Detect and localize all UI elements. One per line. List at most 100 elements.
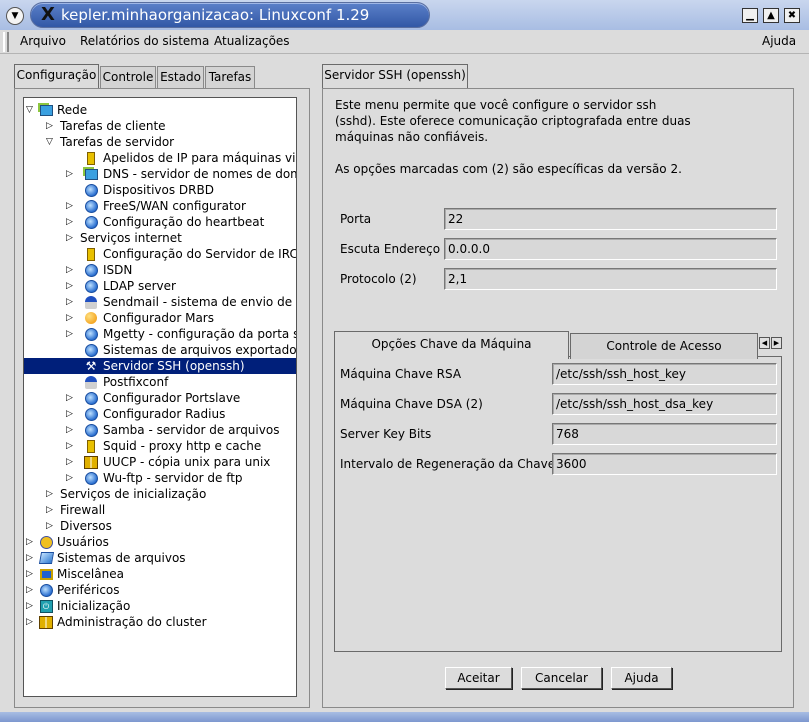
tab-tarefas[interactable]: Tarefas	[205, 66, 255, 88]
collapsed-arrow-icon[interactable]: ▷	[26, 566, 38, 582]
subtab-opcoes-chave[interactable]: Opções Chave da Máquina	[334, 331, 569, 359]
tree-item[interactable]: ▷ Usuários	[24, 534, 296, 550]
collapsed-arrow-icon[interactable]: ▷	[66, 214, 78, 230]
tree-item[interactable]: ▷ Miscelânea	[24, 566, 296, 582]
tree-item[interactable]: ▷ Configurador Radius	[24, 406, 296, 422]
collapsed-arrow-icon[interactable]: ▷	[66, 390, 78, 406]
collapsed-arrow-icon[interactable]: ▷	[66, 326, 78, 342]
collapsed-arrow-icon[interactable]: ▷	[66, 166, 78, 182]
tree-item[interactable]: ▷ Diversos	[24, 518, 296, 534]
collapsed-arrow-icon[interactable]: ▷	[66, 422, 78, 438]
yellow-tool-icon	[84, 151, 98, 165]
tree-item[interactable]: ▷ Configurador Mars	[24, 310, 296, 326]
maximize-button[interactable]: ▲	[763, 8, 779, 23]
collapsed-arrow-icon[interactable]: ▷	[46, 118, 58, 134]
menu-atualizacoes[interactable]: Atualizações	[214, 33, 290, 49]
tab-label: Controle	[102, 70, 154, 84]
close-icon: ✖	[787, 10, 797, 21]
menu-relatorios[interactable]: Relatórios do sistema	[80, 33, 209, 49]
window-menu-button[interactable]: ▼	[6, 7, 24, 25]
menubar-handle[interactable]	[3, 32, 9, 52]
tab-servidor-ssh[interactable]: Servidor SSH (openssh)	[322, 64, 468, 89]
tree-item[interactable]: ▷ ISDN	[24, 262, 296, 278]
rsa-key-label: Máquina Chave RSA	[340, 367, 462, 381]
collapsed-arrow-icon[interactable]: ▷	[66, 294, 78, 310]
tab-controle[interactable]: Controle	[100, 66, 156, 88]
globe-icon	[84, 471, 98, 485]
expanded-arrow-icon[interactable]: ▽	[46, 134, 58, 150]
tree-item[interactable]: ▷ Administração do cluster	[24, 614, 296, 630]
tab-scroll-right-button[interactable]: ▶	[771, 337, 782, 349]
tree-item-label: UUCP - cópia unix para unix	[103, 455, 271, 469]
porta-input[interactable]: 22	[444, 208, 777, 230]
close-button[interactable]: ✖	[784, 8, 800, 23]
tree-item[interactable]: ▷ FreeS/WAN configurator	[24, 198, 296, 214]
ajuda-button[interactable]: Ajuda	[611, 667, 672, 689]
tree-item[interactable]: ▷ ⏻ Inicialização	[24, 598, 296, 614]
tree-item[interactable]: ▷ UUCP - cópia unix para unix	[24, 454, 296, 470]
tools-icon: ⚒	[85, 359, 97, 373]
tree-item[interactable]: ▷ Configurador Portslave	[24, 390, 296, 406]
collapsed-arrow-icon[interactable]: ▷	[26, 534, 38, 550]
minimize-button[interactable]: ▁	[742, 8, 758, 23]
tree-item[interactable]: ▷ Configuração do heartbeat	[24, 214, 296, 230]
tree-item[interactable]: ▷ Periféricos	[24, 582, 296, 598]
escuta-endereco-input[interactable]: 0.0.0.0	[444, 238, 777, 260]
collapsed-arrow-icon[interactable]: ▷	[66, 262, 78, 278]
tree-item[interactable]: ▷ Firewall	[24, 502, 296, 518]
tree-item[interactable]: ▷ Sistemas de arquivos	[24, 550, 296, 566]
tree-item[interactable]: Apelidos de IP para máquinas virtu	[24, 150, 296, 166]
tree-item-label: Configuração do heartbeat	[103, 215, 265, 229]
cancelar-button[interactable]: Cancelar	[521, 667, 602, 689]
subtab-controle-acesso[interactable]: Controle de Acesso	[570, 333, 758, 359]
tree-item[interactable]: ▷ DNS - servidor de nomes de domír	[24, 166, 297, 182]
collapsed-arrow-icon[interactable]: ▷	[66, 470, 78, 486]
collapsed-arrow-icon[interactable]: ▷	[26, 598, 38, 614]
tree-item[interactable]: ▷ Wu-ftp - servidor de ftp	[24, 470, 296, 486]
collapsed-arrow-icon[interactable]: ▷	[46, 518, 58, 534]
collapsed-arrow-icon[interactable]: ▷	[66, 230, 78, 246]
aceitar-button[interactable]: Aceitar	[445, 667, 512, 689]
tree-item[interactable]: ▷ Serviços de inicialização	[24, 486, 296, 502]
config-tree[interactable]: ▽ Rede ▷ Tarefas de cliente ▽ Tarefas de serv…	[23, 97, 297, 697]
tree-item-label: DNS - servidor de nomes de domír	[103, 167, 297, 181]
rsa-key-input[interactable]: /etc/ssh/ssh_host_key	[552, 363, 777, 385]
expanded-arrow-icon[interactable]: ▽	[26, 102, 38, 118]
dsa-key-input[interactable]: /etc/ssh/ssh_host_dsa_key	[552, 393, 777, 415]
tree-item[interactable]: ▷ Tarefas de cliente	[24, 118, 296, 134]
tree-item[interactable]: ▷ LDAP server	[24, 278, 296, 294]
collapsed-arrow-icon[interactable]: ▷	[66, 198, 78, 214]
tree-item[interactable]: ▷ Serviços internet	[24, 230, 296, 246]
collapsed-arrow-icon[interactable]: ▷	[66, 278, 78, 294]
tree-item[interactable]: Sistemas de arquivos exportados (l	[24, 342, 296, 358]
minimize-icon: ▁	[746, 10, 754, 21]
menu-arquivo[interactable]: Arquivo	[20, 33, 66, 49]
collapsed-arrow-icon[interactable]: ▷	[26, 614, 38, 630]
tab-configuracao[interactable]: Configuração	[14, 64, 99, 89]
tree-item[interactable]: Configuração do Servidor de IRCd	[24, 246, 296, 262]
collapsed-arrow-icon[interactable]: ▷	[46, 502, 58, 518]
server-key-bits-input[interactable]: 768	[552, 423, 777, 445]
tree-item[interactable]: ▽ Rede	[24, 102, 296, 118]
collapsed-arrow-icon[interactable]: ▷	[26, 582, 38, 598]
tree-item[interactable]: ▽ Tarefas de servidor	[24, 134, 296, 150]
tree-item[interactable]: ▷ Mgetty - configuração da porta ser	[24, 326, 296, 342]
collapsed-arrow-icon[interactable]: ▷	[66, 310, 78, 326]
collapsed-arrow-icon[interactable]: ▷	[66, 454, 78, 470]
tree-item[interactable]: ⚒ Servidor SSH (openssh)	[24, 358, 296, 374]
collapsed-arrow-icon[interactable]: ▷	[46, 486, 58, 502]
menu-ajuda[interactable]: Ajuda	[762, 33, 796, 49]
tab-scroll-left-button[interactable]: ◀	[759, 337, 770, 349]
protocolo-input[interactable]: 2,1	[444, 268, 777, 290]
collapsed-arrow-icon[interactable]: ▷	[66, 406, 78, 422]
tree-item[interactable]: ▷ Samba - servidor de arquivos	[24, 422, 296, 438]
collapsed-arrow-icon[interactable]: ▷	[66, 438, 78, 454]
regen-interval-label: Intervalo de Regeneração da Chave	[340, 457, 556, 471]
tree-item[interactable]: Postfixconf	[24, 374, 296, 390]
collapsed-arrow-icon[interactable]: ▷	[26, 550, 38, 566]
tree-item[interactable]: Dispositivos DRBD	[24, 182, 296, 198]
regen-interval-input[interactable]: 3600	[552, 453, 777, 475]
tree-item[interactable]: ▷ Sendmail - sistema de envio de em	[24, 294, 296, 310]
tree-item[interactable]: ▷ Squid - proxy http e cache	[24, 438, 296, 454]
tab-estado[interactable]: Estado	[157, 66, 204, 88]
